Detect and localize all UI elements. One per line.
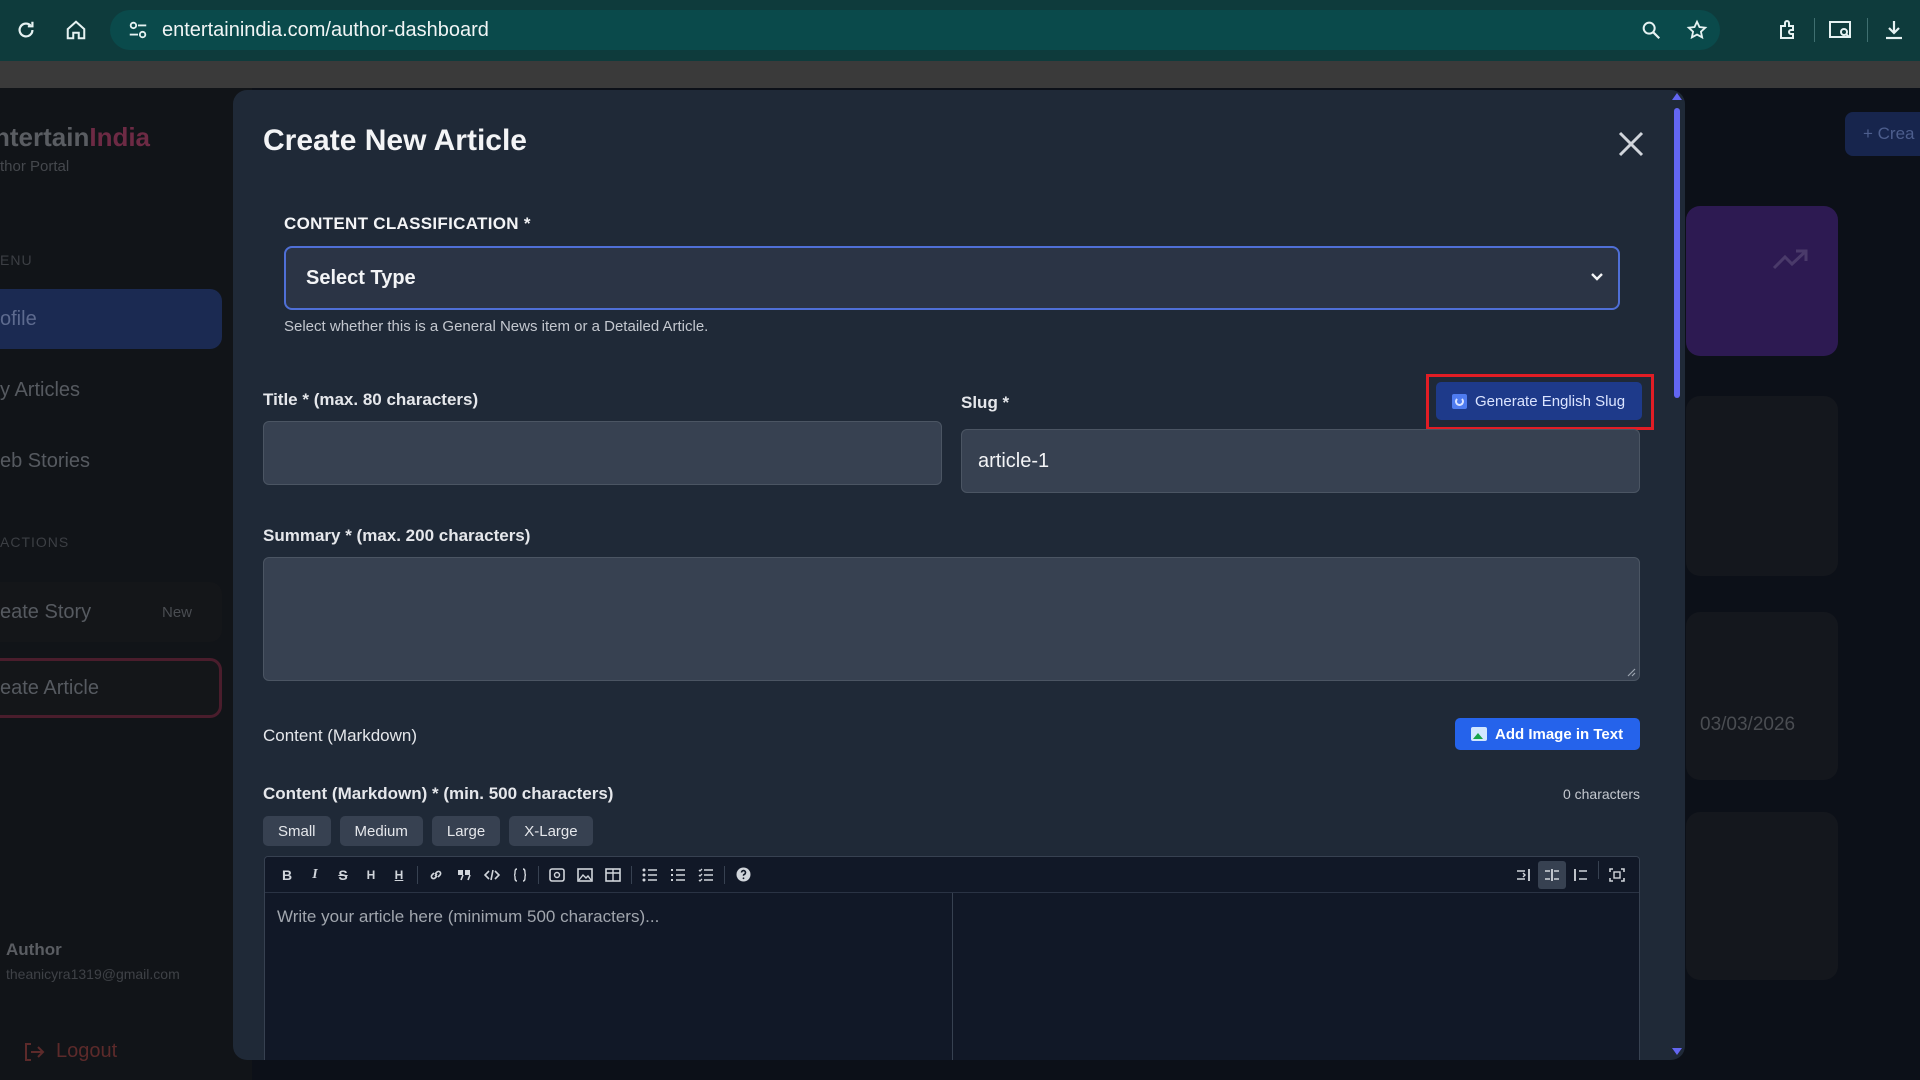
quote-icon[interactable] [450,861,478,889]
star-icon[interactable] [1674,10,1720,50]
sidebar-item-create-article[interactable]: eate Article [0,658,222,718]
address-bar[interactable]: entertainindia.com/author-dashboard [110,10,1720,50]
heading-icon[interactable]: H [357,861,385,889]
scroll-thumb[interactable] [1674,108,1680,398]
link-icon[interactable] [422,861,450,889]
numbered-list-icon[interactable] [664,861,692,889]
generate-slug-button[interactable]: Generate English Slug [1436,382,1642,420]
code-block-icon[interactable] [506,861,534,889]
toolbar-divider [631,865,632,884]
refresh-icon [1452,393,1467,409]
image-icon [1471,727,1487,741]
size-medium-button[interactable]: Medium [339,816,423,846]
help-icon[interactable] [729,861,757,889]
checklist-icon[interactable] [692,861,720,889]
content-card [1686,612,1838,780]
title-label: Title * (max. 80 characters) [263,390,479,409]
code-icon[interactable] [478,861,506,889]
home-icon[interactable] [52,6,100,54]
classification-hint: Select whether this is a General News it… [284,318,709,335]
summary-label: Summary * (max. 200 characters) [263,526,531,545]
browser-toolbar: entertainindia.com/author-dashboard [0,0,1920,61]
actions-section-label: ACTIONS [0,534,70,550]
extensions-icon[interactable] [1762,8,1814,52]
chevron-down-icon [1591,273,1603,281]
editor-preview-pane [954,893,1639,1060]
size-button-group: Small Medium Large X-Large [263,816,593,846]
size-small-button[interactable]: Small [263,816,331,846]
modal-title: Create New Article [263,124,527,157]
modal-scrollbar[interactable] [1669,90,1685,1060]
select-value: Select Type [306,266,416,289]
site-settings-icon[interactable] [118,10,158,50]
sidebar-item-my-articles[interactable]: y Articles [0,360,222,420]
stat-card [1686,206,1838,356]
toolbar-divider [538,865,539,884]
url-text[interactable]: entertainindia.com/author-dashboard [162,19,489,42]
content-section-label: Content (Markdown) [263,726,418,745]
sidebar-item-create-story[interactable]: eate Story New [0,582,222,642]
bold-icon[interactable]: B [273,861,301,889]
content-type-select[interactable]: Select Type [284,246,1620,310]
summary-textarea[interactable] [263,557,1640,681]
zoom-icon[interactable] [1628,10,1674,50]
download-icon[interactable] [1868,8,1920,52]
strikethrough-icon[interactable]: S [329,861,357,889]
logout-icon [25,1042,45,1061]
add-image-button[interactable]: Add Image in Text [1455,718,1640,750]
scroll-up-icon[interactable] [1672,93,1682,100]
article-date: 03/03/2026 [1700,714,1796,735]
brand-logo: ntertainIndia [0,122,151,152]
sidebar-item-profile[interactable]: ofile [0,289,222,349]
create-button[interactable]: + Crea [1845,112,1920,156]
embed-icon[interactable] [543,861,571,889]
content-card [1686,812,1838,980]
preview-icon[interactable] [1566,861,1594,889]
scroll-down-icon[interactable] [1672,1048,1682,1055]
reload-icon[interactable] [2,6,50,54]
close-icon [1618,131,1644,157]
toolbar-divider [724,865,725,884]
fullscreen-icon[interactable] [1603,861,1631,889]
sidebar-item-web-stories[interactable]: eb Stories [0,431,222,491]
editor-input-pane[interactable]: Write your article here (minimum 500 cha… [265,893,953,1060]
heading-alt-icon[interactable]: H [385,861,413,889]
content-label: Content (Markdown) * (min. 500 character… [263,784,614,803]
italic-icon[interactable]: I [301,861,329,889]
user-role: Author [6,940,62,959]
sidebar: ntertainIndia thor Portal ENU ofile y Ar… [0,88,252,1080]
brand-subtitle: thor Portal [0,158,70,175]
split-view-icon[interactable] [1538,861,1566,889]
new-badge: New [161,603,192,621]
markdown-editor: B I S H H Write your article here (minim… [264,856,1640,1060]
size-xlarge-button[interactable]: X-Large [509,816,593,846]
bullet-list-icon[interactable] [636,861,664,889]
menu-section-label: ENU [0,252,33,268]
user-email: theanicyra1319@gmail.com [6,966,180,982]
logout-button[interactable]: Logout [22,1040,117,1063]
size-large-button[interactable]: Large [431,816,501,846]
add-image-label: Add Image in Text [1495,725,1624,743]
table-icon[interactable] [599,861,627,889]
generate-slug-label: Generate English Slug [1475,392,1626,410]
trend-icon [1772,249,1808,270]
close-button[interactable] [1611,124,1651,164]
resize-handle-icon[interactable] [1626,667,1636,677]
title-input[interactable] [263,421,942,485]
toolbar-divider [417,865,418,884]
content-card [1686,396,1838,576]
slug-input[interactable]: article-1 [961,429,1640,493]
character-count: 0 characters [1562,786,1640,802]
bookmark-strip [0,61,1920,88]
tab-search-icon[interactable] [1815,8,1867,52]
editor-toolbar: B I S H H [265,857,1639,893]
create-article-modal: Create New Article CONTENT CLASSIFICATIO… [233,90,1685,1060]
image-icon[interactable] [571,861,599,889]
classification-label: CONTENT CLASSIFICATION * [284,214,531,233]
side-by-side-icon[interactable] [1510,861,1538,889]
toolbar-divider [1598,861,1599,879]
slug-label: Slug * [961,393,1010,412]
editor-placeholder: Write your article here (minimum 500 cha… [277,907,660,926]
